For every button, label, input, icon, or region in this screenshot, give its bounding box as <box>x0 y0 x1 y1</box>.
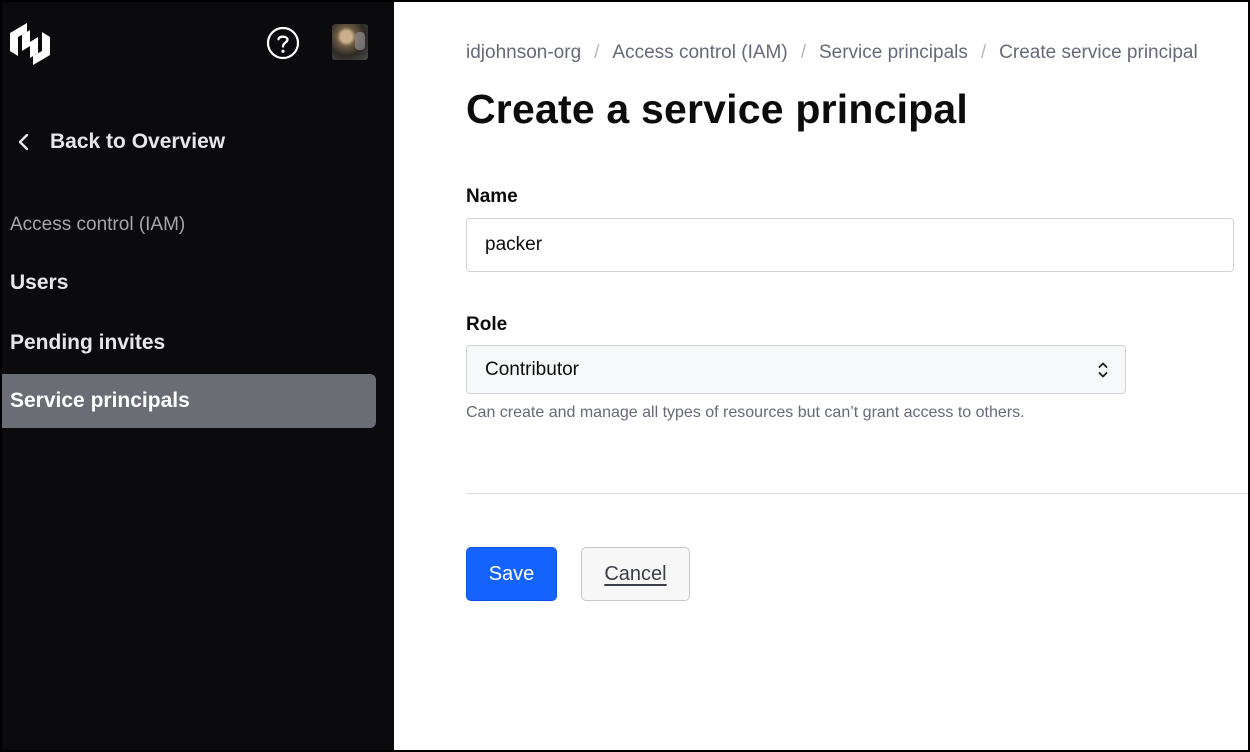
sidebar-item-service-principals[interactable]: Service principals <box>2 374 376 428</box>
breadcrumb: idjohnson-org / Access control (IAM) / S… <box>466 42 1198 64</box>
chevron-left-icon <box>18 133 29 151</box>
role-help-text: Can create and manage all types of resou… <box>466 404 1025 421</box>
sidebar: Back to Overview Access control (IAM) Us… <box>2 2 394 750</box>
avatar[interactable] <box>332 24 368 60</box>
role-select-value: Contributor <box>485 358 579 380</box>
breadcrumb-access-control[interactable]: Access control (IAM) <box>612 42 787 64</box>
role-label: Role <box>466 314 508 335</box>
help-circle-icon[interactable] <box>266 26 300 60</box>
main-content: idjohnson-org / Access control (IAM) / S… <box>394 2 1248 750</box>
breadcrumb-separator: / <box>594 42 600 63</box>
sidebar-section-label: Access control (IAM) <box>10 214 186 235</box>
sidebar-item-pending-invites[interactable]: Pending invites <box>2 316 376 370</box>
page-title: Create a service principal <box>466 86 969 132</box>
breadcrumb-org[interactable]: idjohnson-org <box>466 42 581 64</box>
breadcrumb-separator: / <box>980 42 987 63</box>
sidebar-item-users[interactable]: Users <box>2 256 376 310</box>
form-divider <box>466 493 1248 494</box>
role-select[interactable]: Contributor <box>466 345 1126 394</box>
sidebar-item-label: Pending invites <box>10 331 166 354</box>
app-window: Back to Overview Access control (IAM) Us… <box>0 0 1250 752</box>
back-to-overview-label: Back to Overview <box>50 130 226 153</box>
chevron-up-down-icon <box>1098 362 1108 378</box>
cancel-button[interactable]: Cancel <box>581 547 690 601</box>
breadcrumb-separator: / <box>800 42 806 63</box>
back-to-overview-link[interactable]: Back to Overview <box>16 130 225 154</box>
sidebar-item-label: Service principals <box>10 389 190 412</box>
sidebar-item-label: Users <box>10 271 69 294</box>
breadcrumb-current: Create service principal <box>999 42 1198 63</box>
hashicorp-logo-icon[interactable] <box>6 20 54 68</box>
breadcrumb-service-principals[interactable]: Service principals <box>819 42 968 64</box>
save-button[interactable]: Save <box>466 547 557 601</box>
name-input[interactable] <box>466 218 1234 272</box>
name-label: Name <box>466 186 518 207</box>
